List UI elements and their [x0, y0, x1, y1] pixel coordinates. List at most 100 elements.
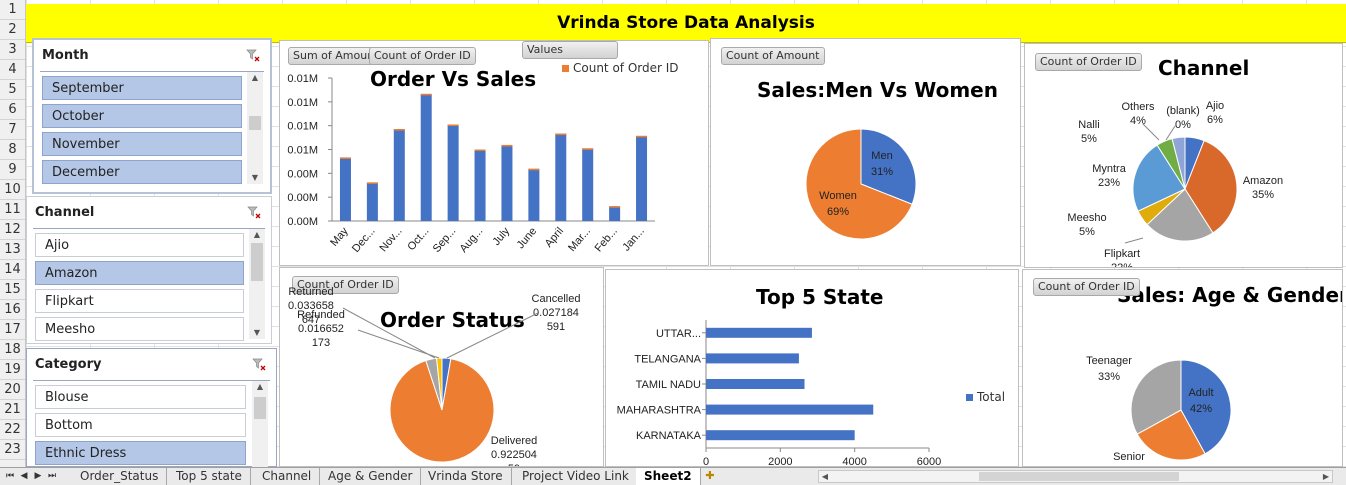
category-slicer[interactable]: Category ▲ Blouse Bottom Ethnic Dress [26, 348, 277, 467]
row-number[interactable]: 7 [0, 120, 25, 140]
men-vs-women-chart[interactable]: Count of Amount Sales:Men Vs Women Men 31… [710, 38, 1021, 266]
row-number[interactable]: 17 [0, 320, 25, 340]
scroll-thumb[interactable] [249, 116, 261, 130]
row-number[interactable]: 13 [0, 240, 25, 260]
row-number[interactable]: 15 [0, 280, 25, 300]
channel-pie: Ajio 6% Amazon 35% Flipkart 22% Meesho 5% Myntra… [1067, 100, 1283, 268]
first-sheet-icon[interactable]: ⏮ [4, 470, 16, 483]
scroll-up-arrow-icon[interactable]: ▲ [252, 381, 268, 393]
prev-sheet-icon[interactable]: ◀ [18, 470, 30, 483]
row-number[interactable]: 6 [0, 100, 25, 120]
tab-project-video-link[interactable]: Project Video Link [514, 468, 638, 485]
top5-state-plot: UTTAR... TELANGANA TAMIL NADU MAHARASHTRA KA… [617, 320, 941, 467]
x-tick-label: 6000 [917, 456, 941, 467]
worksheet-grid[interactable]: 1 2 3 4 5 6 7 8 9 10 11 12 13 14 15 16 17 18 19 20 21 22 23 Vr… [0, 0, 1346, 467]
row-number[interactable]: 20 [0, 380, 25, 400]
row-number[interactable]: 22 [0, 420, 25, 440]
bar [420, 93, 432, 221]
top5-state-chart[interactable]: Top 5 State Total UTTAR... TELANGANA TAMIL… [605, 269, 1019, 467]
last-sheet-icon[interactable]: ⏭ [46, 470, 58, 483]
bar [501, 144, 513, 221]
slicer-item-bottom[interactable]: Bottom [35, 413, 246, 437]
row-number[interactable]: 3 [0, 40, 25, 60]
y-tick-label: KARNATAKA [636, 430, 702, 442]
next-sheet-icon[interactable]: ▶ [32, 470, 44, 483]
row-number[interactable]: 12 [0, 220, 25, 240]
tab-channel[interactable]: Channel [254, 468, 321, 485]
tab-vrinda-store[interactable]: Vrinda Store [420, 468, 512, 485]
month-slicer[interactable]: Month ▲ ▼ September October November Decemb… [32, 38, 272, 194]
channel-slicer-scrollbar[interactable]: ▲ ▼ [249, 229, 265, 339]
month-slicer-scrollbar[interactable]: ▲ ▼ [247, 72, 263, 184]
x-tick-label: Mar... [566, 225, 593, 254]
row-number[interactable]: 16 [0, 300, 25, 320]
age-gender-chart[interactable]: Sales: Age & Gender Count of Order ID Ad… [1022, 269, 1343, 467]
slicer-item-october[interactable]: October [42, 104, 242, 128]
bar-cap [636, 135, 648, 138]
slicer-item-blouse[interactable]: Blouse [35, 385, 246, 409]
data-label-others: Others [1121, 101, 1155, 113]
data-label-cancelled-count: 591 [547, 321, 565, 333]
row-number[interactable]: 4 [0, 60, 25, 80]
scroll-up-arrow-icon[interactable]: ▲ [249, 229, 265, 241]
row-number[interactable]: 9 [0, 160, 25, 180]
clear-filter-icon[interactable] [246, 49, 260, 62]
slicer-item-november[interactable]: November [42, 132, 242, 156]
row-number[interactable]: 14 [0, 260, 25, 280]
row-number[interactable]: 2 [0, 20, 25, 40]
scroll-right-arrow-icon[interactable]: ▶ [1320, 471, 1332, 482]
category-slicer-scrollbar[interactable]: ▲ [252, 381, 268, 467]
channel-slicer[interactable]: Channel ▲ ▼ Ajio Amazon Flipkart Meesho [26, 196, 272, 344]
horizontal-scrollbar[interactable]: ◀ ▶ [818, 470, 1333, 483]
slicer-item-meesho[interactable]: Meesho [35, 317, 244, 341]
leader-line [342, 307, 436, 359]
slicer-item-flipkart[interactable]: Flipkart [35, 289, 244, 313]
slicer-item-ajio[interactable]: Ajio [35, 233, 244, 257]
tab-top-5-state[interactable]: Top 5 state [168, 468, 251, 485]
x-tick-label: Jan... [620, 225, 646, 253]
tab-order-status[interactable]: Order_Status [72, 468, 168, 485]
row-number[interactable]: 23 [0, 440, 25, 460]
x-tick-label: 4000 [842, 456, 866, 467]
data-label-flipkart: Flipkart [1104, 248, 1140, 260]
scroll-down-arrow-icon[interactable]: ▼ [249, 327, 265, 339]
row-number[interactable]: 1 [0, 0, 25, 20]
clear-filter-icon[interactable] [247, 206, 261, 219]
slicer-item-september[interactable]: September [42, 76, 242, 100]
y-tick-label: MAHARASHTRA [617, 405, 702, 417]
row-number[interactable]: 21 [0, 400, 25, 420]
data-label-teenager-pct: 33% [1098, 371, 1120, 383]
row-number[interactable]: 11 [0, 200, 25, 220]
category-slicer-header: Category [35, 357, 102, 372]
row-number[interactable]: 19 [0, 360, 25, 380]
row-headers: 1 2 3 4 5 6 7 8 9 10 11 12 13 14 15 16 17 18 19 20 21 22 23 [0, 0, 26, 467]
row-number[interactable]: 5 [0, 80, 25, 100]
tab-sheet2[interactable]: Sheet2 [636, 468, 701, 485]
scroll-thumb[interactable] [254, 397, 266, 419]
data-label-flipkart-pct: 22% [1111, 262, 1133, 268]
order-status-chart[interactable]: Count of Order ID Order Status Cancelled… [279, 267, 604, 467]
row-number[interactable]: 10 [0, 180, 25, 200]
bar-cap [528, 168, 540, 171]
bar [393, 129, 405, 221]
tab-age-gender[interactable]: Age & Gender [320, 468, 422, 485]
horizontal-scroll-thumb[interactable] [979, 472, 1179, 481]
channel-chart[interactable]: Count of Order ID Channel Ajio 6% Amazon 35… [1024, 43, 1343, 268]
clear-filter-icon[interactable] [252, 358, 266, 371]
slicer-item-amazon[interactable]: Amazon [35, 261, 244, 285]
scroll-left-arrow-icon[interactable]: ◀ [819, 471, 831, 482]
scroll-up-arrow-icon[interactable]: ▲ [247, 72, 263, 84]
y-tick-label: TELANGANA [634, 353, 701, 365]
scroll-down-arrow-icon[interactable]: ▼ [247, 172, 263, 184]
age-gender-pie: Adult42%Senior25%Teenager33% [1086, 355, 1232, 466]
slicer-item-december[interactable]: December [42, 160, 242, 184]
order-vs-sales-chart[interactable]: Sum of Amount Count of Order ID Values O… [279, 40, 709, 266]
row-number[interactable]: 8 [0, 140, 25, 160]
data-label-blank: (blank) [1166, 105, 1200, 117]
insert-sheet-icon[interactable]: ✚ [702, 469, 718, 483]
row-number[interactable]: 18 [0, 340, 25, 360]
slicer-item-ethnic-dress[interactable]: Ethnic Dress [35, 441, 246, 465]
scroll-thumb[interactable] [251, 243, 263, 281]
bar [706, 430, 855, 441]
data-label-myntra-pct: 23% [1098, 177, 1120, 189]
